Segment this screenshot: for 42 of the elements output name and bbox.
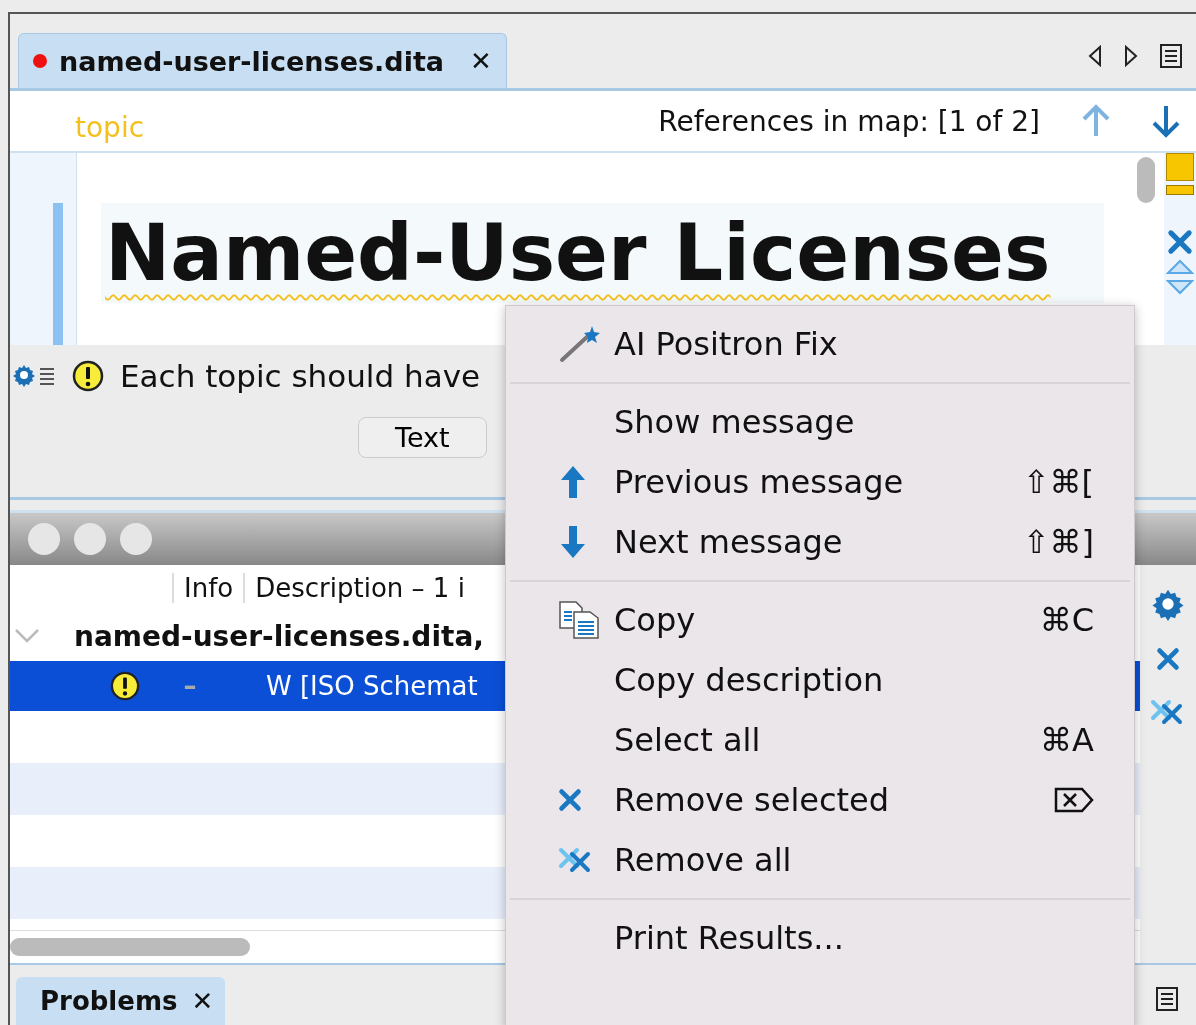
close-icon[interactable] [1167, 229, 1193, 255]
text-mode-button[interactable]: Text [358, 417, 487, 458]
arrow-down-icon[interactable] [1150, 104, 1182, 138]
triangle-left-icon[interactable] [1088, 45, 1102, 67]
menu-item[interactable]: Print Results... [506, 908, 1134, 968]
copy-icon [558, 600, 602, 640]
warning-icon [110, 671, 140, 701]
menu-item[interactable]: Remove selected [506, 770, 1134, 830]
menu-item[interactable]: Copy description [506, 650, 1134, 710]
column-header[interactable]: Info [172, 573, 244, 603]
menu-item[interactable]: Remove all [506, 830, 1134, 890]
menu-icon[interactable] [1160, 44, 1182, 68]
result-description: W [ISO Schemat [266, 671, 478, 701]
menu-item[interactable]: Previous message ⇧⌘[ [506, 452, 1134, 512]
arrow-up-icon [558, 464, 588, 500]
references-label: References in map: [1 of 2] [658, 104, 1040, 138]
delete-key-icon [1054, 787, 1094, 813]
warning-icon [72, 360, 104, 392]
problems-tab[interactable]: Problems ✕ [16, 977, 226, 1025]
warning-marker[interactable] [1166, 153, 1194, 181]
remove-icon[interactable] [1156, 647, 1180, 671]
arrow-down-icon [558, 524, 588, 560]
remove-icon[interactable] [558, 788, 582, 812]
column-header[interactable]: Description – 1 i [243, 573, 475, 603]
triangle-right-icon[interactable] [1124, 45, 1138, 67]
triangle-up-icon[interactable] [1166, 259, 1194, 275]
editor-tab[interactable]: named-user-licenses.dita ✕ [18, 33, 507, 88]
magic-wand-icon [558, 324, 602, 364]
settings-icon[interactable] [12, 363, 56, 389]
message-text: Each topic should have [120, 358, 481, 394]
scrollbar-thumb[interactable] [10, 938, 250, 956]
row-marker: – [182, 671, 198, 701]
menu-item[interactable]: AI Positron Fix [506, 314, 1134, 374]
menu-item[interactable]: Next message ⇧⌘] [506, 512, 1134, 572]
scrollbar-thumb[interactable] [1137, 157, 1155, 203]
menu-item[interactable]: Copy ⌘C [506, 590, 1134, 650]
menu-item[interactable]: Select all ⌘A [506, 710, 1134, 770]
arrow-up-icon[interactable] [1080, 104, 1112, 138]
file-group-label[interactable]: named-user-licenses.dita, [74, 619, 484, 653]
document-title: Named-User Licenses [101, 203, 1104, 303]
menu-item[interactable]: Show message [506, 392, 1134, 452]
triangle-down-icon[interactable] [1166, 279, 1194, 295]
